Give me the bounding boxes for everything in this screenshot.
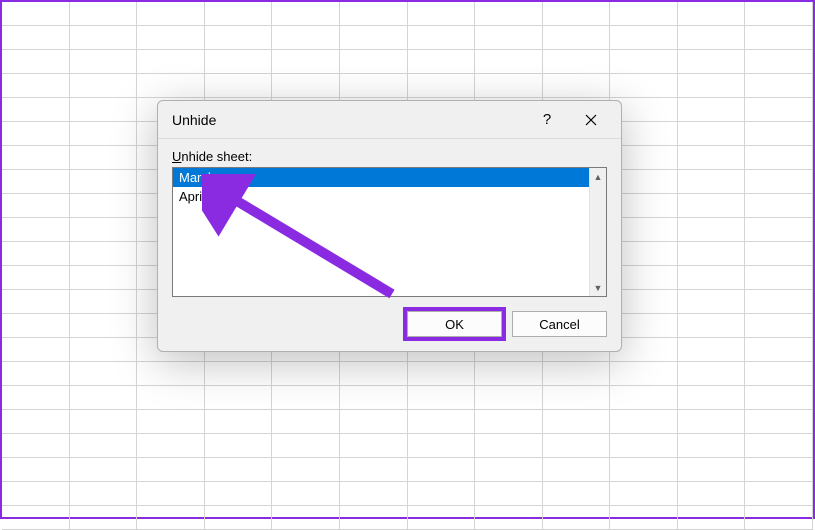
dialog-button-row: OK Cancel (172, 311, 607, 337)
unhide-dialog: Unhide ? Unhide sheet: MarchApril ▲ ▼ OK… (157, 100, 622, 352)
listbox-label: Unhide sheet: (172, 149, 607, 164)
dialog-body: Unhide sheet: MarchApril ▲ ▼ OK Cancel (158, 139, 621, 351)
scroll-down-icon[interactable]: ▼ (590, 279, 606, 296)
dialog-title: Unhide (172, 112, 525, 128)
close-button[interactable] (569, 105, 613, 135)
list-item[interactable]: March (173, 168, 589, 187)
help-button[interactable]: ? (525, 105, 569, 135)
ok-button[interactable]: OK (407, 311, 502, 337)
sheet-listbox[interactable]: MarchApril (173, 168, 589, 296)
listbox-scrollbar[interactable]: ▲ ▼ (589, 168, 606, 296)
cancel-button[interactable]: Cancel (512, 311, 607, 337)
list-item[interactable]: April (173, 187, 589, 206)
sheet-listbox-container: MarchApril ▲ ▼ (172, 167, 607, 297)
scroll-up-icon[interactable]: ▲ (590, 168, 606, 185)
close-icon (585, 114, 597, 126)
dialog-titlebar: Unhide ? (158, 101, 621, 139)
